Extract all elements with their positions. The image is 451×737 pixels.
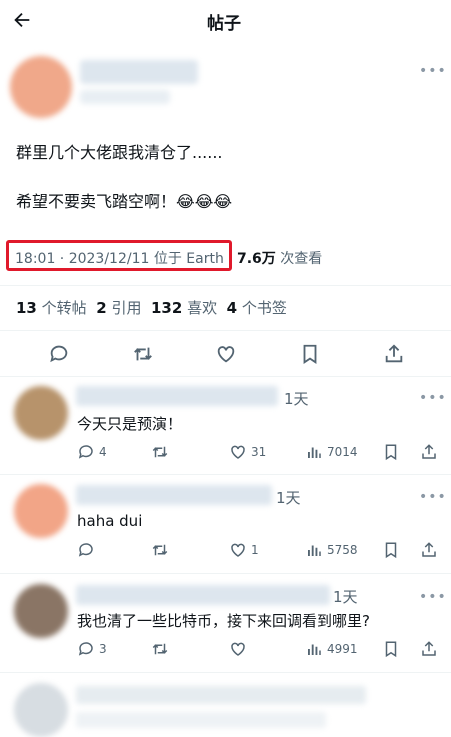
reply-text — [76, 712, 326, 728]
post-timestamp[interactable]: 18:01 · 2023/12/11 位于 Earth — [15, 248, 224, 268]
views-icon — [308, 545, 321, 556]
reply-share-button[interactable] — [420, 541, 438, 559]
retweet-button[interactable] — [130, 341, 156, 367]
quotes-stat[interactable]: 2 引用 — [96, 299, 141, 317]
share-icon — [422, 542, 436, 557]
views-count: 7.6万 — [237, 251, 276, 267]
like-icon — [231, 642, 245, 656]
reply-bookmark-button[interactable] — [382, 443, 400, 461]
like-count: 1 — [251, 543, 259, 557]
reply-count: 4 — [99, 445, 107, 459]
reply-share-button[interactable] — [420, 640, 438, 658]
reply-more-icon[interactable]: ••• — [419, 589, 447, 605]
post-text-line-1: 群里几个大佬跟我清仓了...... — [16, 143, 223, 162]
bookmark-button[interactable] — [297, 341, 323, 367]
laughing-emoji: 😂😂😂 — [176, 192, 233, 211]
more-options-icon[interactable]: ••• — [419, 63, 447, 79]
avatar[interactable] — [10, 56, 72, 118]
reply-button[interactable] — [46, 341, 72, 367]
views-count: 5758 — [327, 543, 358, 557]
reply-text: 今天只是预演！ — [77, 415, 183, 433]
reply-reply-button[interactable] — [77, 541, 99, 559]
reply-author-name[interactable] — [76, 485, 272, 505]
reply-icon — [78, 543, 93, 557]
reply-reply-button[interactable]: 4 — [77, 443, 107, 461]
bookmark-icon — [385, 542, 397, 559]
author-handle[interactable] — [80, 90, 170, 104]
reply-avatar[interactable] — [14, 584, 68, 638]
reply-retweet-button[interactable] — [151, 443, 169, 461]
like-button[interactable] — [213, 341, 239, 367]
reply-author-name[interactable] — [76, 686, 366, 704]
reply-text: haha dui — [77, 512, 143, 530]
reply-time: 1天 — [333, 588, 358, 606]
reply-more-icon[interactable]: ••• — [419, 489, 447, 505]
bookmark-icon — [385, 641, 397, 658]
reply-retweet-button[interactable] — [151, 640, 169, 658]
author-name[interactable] — [80, 60, 198, 84]
reply-like-button[interactable]: 31 — [229, 443, 266, 461]
reply-time: 1天 — [284, 390, 309, 408]
retweet-icon — [152, 544, 168, 556]
like-count: 31 — [251, 445, 267, 459]
back-button[interactable] — [8, 6, 36, 34]
reply-avatar[interactable] — [14, 386, 68, 440]
share-icon — [422, 641, 436, 656]
retweet-icon — [152, 643, 168, 655]
views-count: 7014 — [327, 445, 358, 459]
back-arrow-icon — [14, 12, 30, 28]
views-count: 4991 — [327, 642, 358, 656]
views-label: 次查看 — [280, 251, 323, 267]
retweet-icon — [134, 347, 152, 361]
reply-author-name[interactable] — [76, 386, 278, 406]
views-icon — [308, 447, 321, 458]
like-icon — [231, 543, 245, 557]
post-stats: 13 个转帖 2 引用 132 喜欢 4 个书签 — [16, 297, 287, 318]
post-text-body: 希望不要卖飞踏空啊！ — [16, 192, 177, 211]
reply-like-button[interactable]: 1 — [229, 541, 259, 559]
share-button[interactable] — [381, 341, 407, 367]
reply-more-icon[interactable]: ••• — [419, 390, 447, 406]
page-title: 帖子 — [207, 14, 241, 34]
reply-text: 我也清了一些比特币，接下来回调看到哪里? — [77, 612, 370, 630]
reply-icon — [50, 345, 68, 363]
reply-icon — [78, 642, 93, 656]
reply-views[interactable]: 7014 — [305, 443, 358, 461]
reposts-stat[interactable]: 13 个转帖 — [16, 299, 87, 317]
views-info[interactable]: 7.6万 次查看 — [237, 248, 322, 268]
bookmarks-stat[interactable]: 4 个书签 — [227, 299, 287, 317]
reply-icon — [78, 445, 93, 459]
reply-like-button[interactable] — [229, 640, 251, 658]
reply-views[interactable]: 4991 — [305, 640, 358, 658]
share-icon — [385, 344, 403, 363]
post-text-line-2: 希望不要卖飞踏空啊！😂😂😂 — [16, 191, 232, 213]
reply-bookmark-button[interactable] — [382, 541, 400, 559]
reply-retweet-button[interactable] — [151, 541, 169, 559]
reply-bookmark-button[interactable] — [382, 640, 400, 658]
reply-avatar[interactable] — [14, 484, 68, 538]
views-icon — [308, 644, 321, 655]
reply-count: 3 — [99, 642, 107, 656]
reply-avatar[interactable] — [14, 683, 68, 737]
bookmark-icon — [303, 344, 317, 364]
reply-share-button[interactable] — [420, 443, 438, 461]
reply-author-name[interactable] — [76, 585, 330, 605]
reply-views[interactable]: 5758 — [305, 541, 358, 559]
like-icon — [217, 346, 235, 363]
likes-stat[interactable]: 132 喜欢 — [151, 299, 217, 317]
retweet-icon — [152, 446, 168, 458]
reply-reply-button[interactable]: 3 — [77, 640, 107, 658]
like-icon — [231, 445, 245, 459]
bookmark-icon — [385, 444, 397, 461]
share-icon — [422, 444, 436, 459]
reply-time: 1天 — [276, 489, 301, 507]
